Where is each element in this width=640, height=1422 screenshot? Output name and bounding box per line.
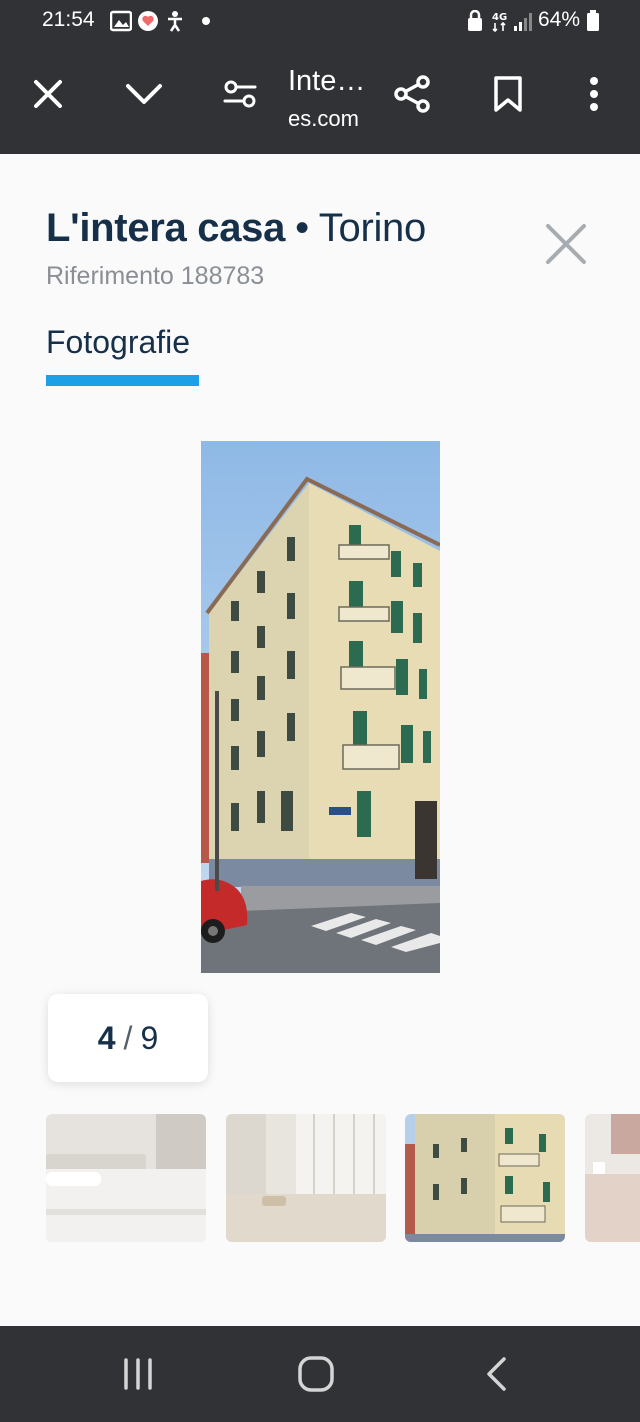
battery-percentage: 64% [538, 8, 581, 31]
photo-counter-total: 9 [140, 1019, 159, 1056]
signal-icon [512, 10, 532, 37]
home-icon[interactable] [286, 1348, 346, 1400]
thumbnail-5[interactable] [585, 1114, 640, 1242]
more-vert-icon[interactable] [568, 68, 620, 120]
thumbnail-4-active[interactable] [405, 1114, 565, 1242]
photo-counter-separator: / [123, 1019, 133, 1056]
status-time: 21:54 [42, 8, 95, 31]
photo-counter-current: 4 [97, 1019, 116, 1056]
tab-photos[interactable]: Fotografie [46, 324, 190, 361]
thumbnail-2[interactable] [46, 1114, 206, 1242]
listing-city: Torino [318, 206, 426, 250]
bookmark-icon[interactable] [482, 68, 534, 120]
close-icon[interactable] [22, 68, 74, 120]
recent-apps-icon[interactable] [108, 1348, 168, 1400]
photo-gallery-page: L'intera casa • Torino Riferimento 188783 … [0, 154, 640, 1326]
title-separator: • [295, 206, 309, 250]
battery-icon [586, 10, 600, 37]
thumbnail-3[interactable] [226, 1114, 386, 1242]
svg-text:4G: 4G [492, 12, 507, 23]
network-4g-icon: 4G [490, 10, 510, 37]
listing-type: L'intera casa [46, 206, 286, 250]
lock-icon [466, 9, 484, 37]
main-photo[interactable] [201, 441, 440, 973]
settings-sliders-icon[interactable] [214, 68, 266, 120]
accessibility-icon [164, 10, 186, 37]
listing-title: L'intera casa • Torino [46, 206, 426, 251]
status-bar: 21:54 4G 64% [0, 0, 640, 44]
app-notification-icon [137, 10, 159, 37]
listing-reference: Riferimento 188783 [46, 262, 265, 290]
system-navigation-bar [0, 1326, 640, 1422]
close-gallery-icon[interactable] [540, 218, 592, 270]
active-tab-indicator [46, 375, 199, 386]
page-url[interactable]: es.com [288, 106, 359, 132]
browser-toolbar: Inte… es.com [0, 44, 640, 154]
back-icon[interactable] [466, 1348, 526, 1400]
photo-counter: 4/9 [48, 994, 208, 1082]
page-title[interactable]: Inte… [288, 64, 365, 98]
dot-icon [200, 14, 212, 32]
chevron-down-icon[interactable] [118, 68, 170, 120]
gallery-icon [109, 10, 133, 37]
share-icon[interactable] [386, 68, 438, 120]
